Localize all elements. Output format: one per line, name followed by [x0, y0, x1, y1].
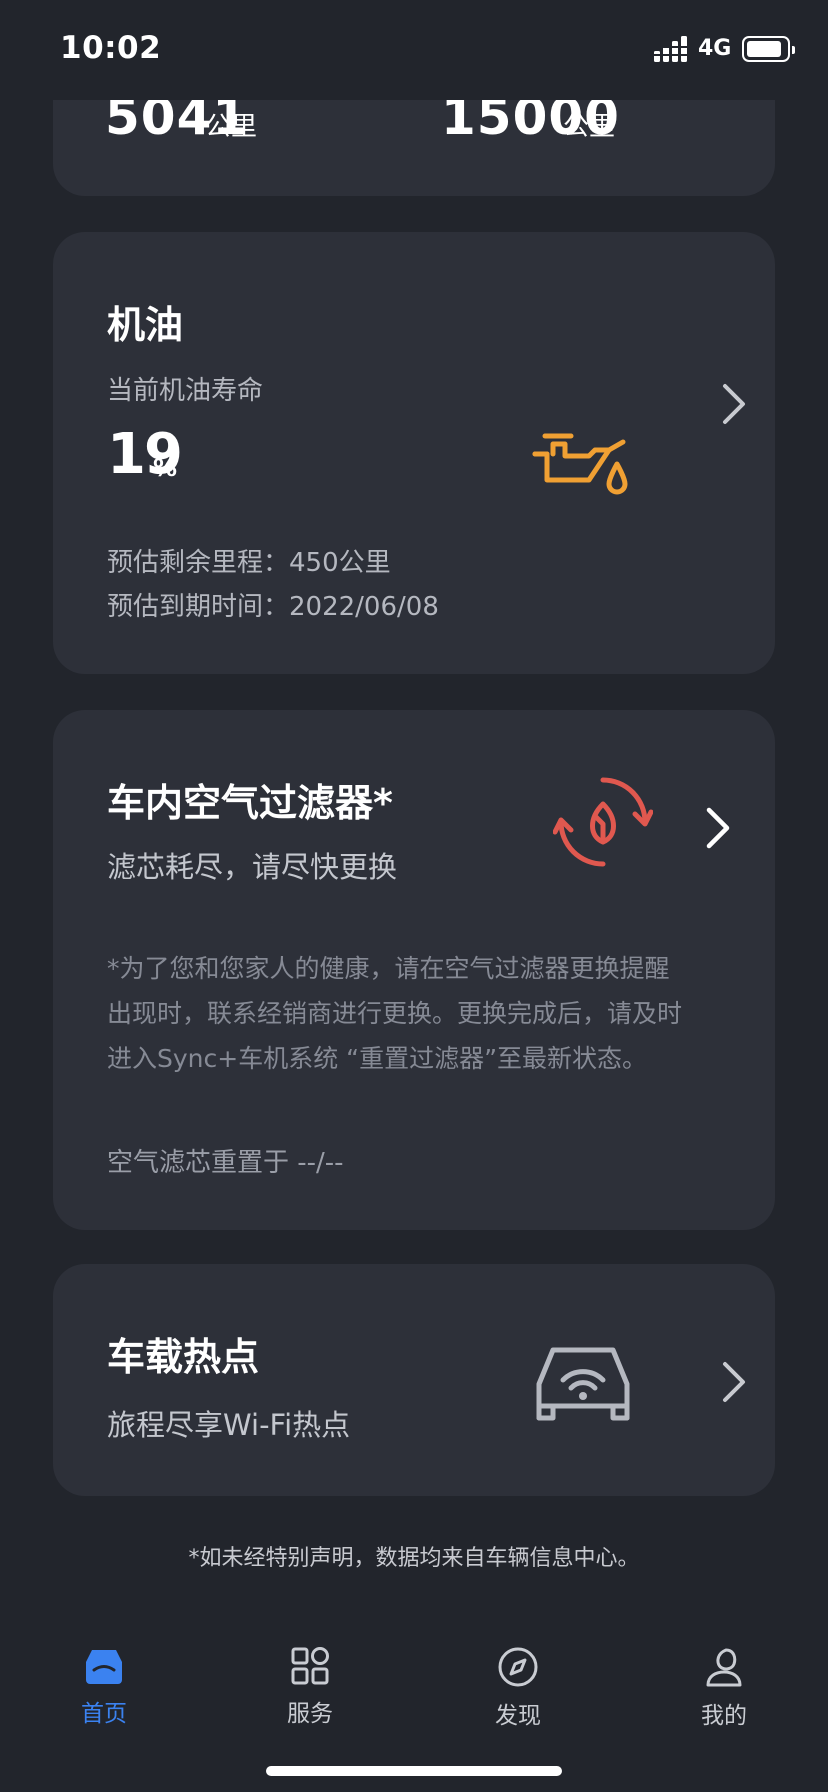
- status-time: 10:02: [60, 30, 162, 66]
- hotspot-card-title: 车载热点: [107, 1335, 260, 1379]
- tab-home[interactable]: 首页: [34, 1646, 174, 1736]
- tab-services-label: 服务: [287, 1701, 333, 1727]
- oil-can-icon: [532, 433, 628, 495]
- filter-card-chevron-right-icon[interactable]: [697, 802, 737, 854]
- filter-status-text: 滤芯耗尽，请尽快更换: [107, 850, 398, 884]
- hotspot-subtitle: 旅程尽享Wi-Fi热点: [107, 1408, 351, 1442]
- filter-card-title: 车内空气过滤器*: [107, 781, 393, 825]
- oil-life-unit: %: [153, 454, 178, 482]
- signal-icon: [654, 36, 687, 62]
- hotspot-card-chevron-right-icon[interactable]: [713, 1356, 753, 1408]
- oil-due-date: 预估到期时间：2022/06/08: [107, 592, 439, 622]
- oil-remaining-range: 预估剩余里程：450公里: [107, 548, 391, 578]
- network-type: 4G: [698, 36, 732, 61]
- tab-discover-label: 发现: [495, 1703, 541, 1729]
- filter-note-line-3: 进入Sync+车机系统 “重置过滤器”至最新状态。: [107, 1044, 648, 1073]
- filter-note: *为了您和您家人的健康，请在空气过滤器更换提醒 出现时，联系经销商进行更换。更换…: [107, 946, 727, 1081]
- tab-home-label: 首页: [81, 1701, 127, 1727]
- leaf-refresh-icon: [553, 777, 653, 867]
- tab-discover[interactable]: 发现: [448, 1646, 588, 1736]
- battery-icon: [742, 36, 795, 62]
- filter-reset-info: 空气滤芯重置于 --/--: [107, 1148, 344, 1178]
- grid-icon: [291, 1647, 329, 1685]
- engine-oil-card[interactable]: 机油 当前机油寿命 19 % 预估剩余里程：450公里 预估到期时间：2022/…: [53, 232, 775, 674]
- filter-note-line-1: *为了您和您家人的健康，请在空气过滤器更换提醒: [107, 954, 670, 983]
- service-interval-unit: 公里: [563, 112, 616, 142]
- vehicle-status-page: 5041 公里 15000 公里 10:02 4G 机油 当前机油寿命 19 %…: [0, 0, 828, 1792]
- home-car-icon: [86, 1650, 122, 1684]
- home-indicator[interactable]: [266, 1766, 562, 1776]
- tab-services[interactable]: 服务: [240, 1646, 380, 1736]
- current-mileage-unit: 公里: [205, 112, 258, 142]
- tab-profile-label: 我的: [701, 1703, 747, 1729]
- car-hotspot-card[interactable]: 车载热点 旅程尽享Wi-Fi热点: [53, 1264, 775, 1496]
- oil-card-chevron-right-icon[interactable]: [713, 378, 753, 430]
- compass-icon: [498, 1647, 538, 1687]
- oil-card-title: 机油: [107, 303, 184, 347]
- cabin-air-filter-card[interactable]: 车内空气过滤器* 滤芯耗尽，请尽快更换 *为了您和您家人的健康，请在空气过滤器更…: [53, 710, 775, 1230]
- user-icon: [706, 1648, 742, 1687]
- status-bar: 10:02 4G: [0, 0, 828, 100]
- filter-note-line-2: 出现时，联系经销商进行更换。更换完成后，请及时: [107, 999, 683, 1028]
- data-source-footnote: *如未经特别声明，数据均来自车辆信息中心。: [188, 1546, 640, 1571]
- car-wifi-icon: [536, 1347, 630, 1421]
- oil-life-label: 当前机油寿命: [107, 376, 264, 406]
- tab-profile[interactable]: 我的: [654, 1646, 794, 1736]
